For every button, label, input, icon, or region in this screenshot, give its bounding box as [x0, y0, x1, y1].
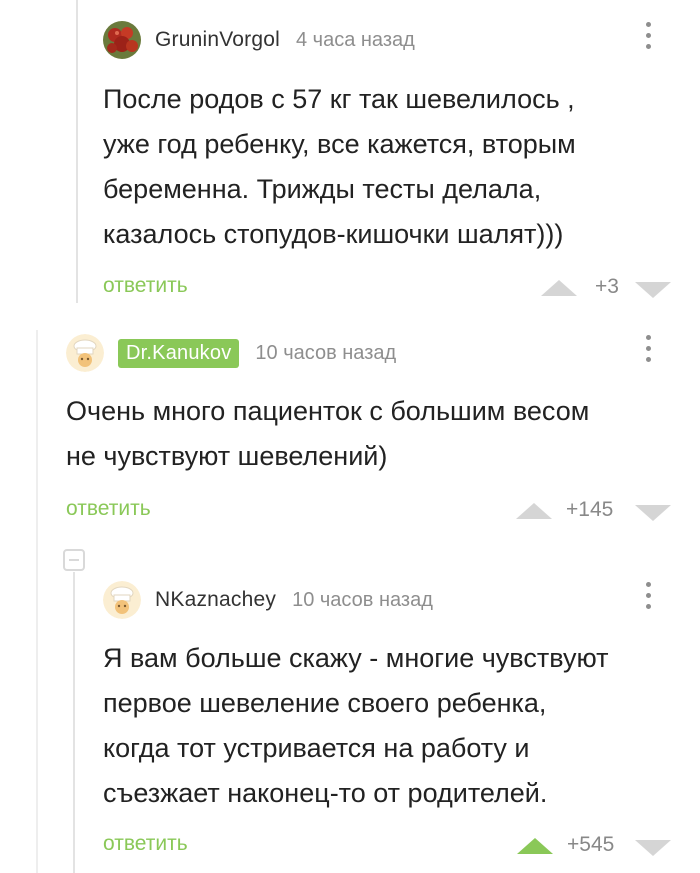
comment-header: GruninVorgol 4 часа назад	[103, 20, 415, 60]
author-name[interactable]: NKaznachey	[155, 588, 276, 612]
comment-footer: ответить +145	[66, 497, 678, 527]
comment-line: не чувствуют шевелений)	[66, 441, 388, 471]
comment-text: После родов с 57 кг так шевелилось , уже…	[103, 77, 678, 257]
comment-time: 4 часа назад	[295, 28, 415, 51]
comment-footer: ответить +545	[103, 832, 678, 862]
comment-line: беременна. Трижды тесты делала,	[103, 174, 542, 204]
comment-line: первое шевеление своего ребенка,	[103, 688, 547, 718]
comment-line: Очень много пациенток с большим весом	[66, 396, 590, 426]
reply-button[interactable]: ответить	[103, 832, 188, 856]
upvote-icon[interactable]	[517, 838, 553, 854]
berries-avatar-icon[interactable]	[103, 21, 141, 59]
comment-line: уже год ребенку, все кажется, вторым	[103, 129, 576, 159]
thread-line	[76, 0, 78, 303]
chef-avatar-icon[interactable]	[66, 334, 104, 372]
vote-score: +145	[566, 498, 614, 521]
author-name[interactable]: Dr.Kanukov	[118, 338, 240, 368]
chef-avatar-icon[interactable]	[103, 581, 141, 619]
more-menu-icon[interactable]	[644, 582, 652, 609]
comment-text: Очень много пациенток с большим весом не…	[66, 389, 678, 479]
comment-line: когда тот устривается на работу и	[103, 733, 530, 763]
comment: GruninVorgol 4 часа назад После родов с …	[103, 20, 678, 310]
comment-line: Я вам больше скажу - многие чувствуют	[103, 643, 609, 673]
downvote-icon[interactable]	[635, 840, 671, 856]
downvote-icon[interactable]	[635, 282, 671, 298]
comment-line: казалось стопудов-кишочки шалят)))	[103, 219, 564, 249]
author-name[interactable]: GruninVorgol	[155, 28, 280, 52]
vote-score: +3	[595, 275, 619, 298]
upvote-icon[interactable]	[541, 280, 577, 296]
more-menu-icon[interactable]	[644, 22, 652, 49]
comment-line: После родов с 57 кг так шевелилось ,	[103, 84, 575, 114]
comment: Dr.Kanukov 10 часов назад Очень много па…	[66, 333, 678, 533]
comment-text: Я вам больше скажу - многие чувствуют пе…	[103, 636, 678, 816]
collapse-thread-button[interactable]	[63, 549, 85, 571]
comment-time: 10 часов назад	[292, 588, 433, 611]
downvote-icon[interactable]	[635, 505, 671, 521]
comment: NKaznachey 10 часов назад Я вам больше с…	[103, 580, 678, 860]
comment-header: NKaznachey 10 часов назад	[103, 580, 433, 620]
upvote-icon[interactable]	[516, 503, 552, 519]
reply-button[interactable]: ответить	[103, 274, 188, 298]
vote-score: +545	[567, 833, 615, 856]
thread-line	[36, 330, 38, 873]
comment-header: Dr.Kanukov 10 часов назад	[66, 333, 396, 373]
comment-footer: ответить +3	[103, 274, 678, 304]
thread-line	[73, 572, 75, 873]
comment-line: съезжает наконец-то от родителей.	[103, 778, 548, 808]
reply-button[interactable]: ответить	[66, 497, 151, 521]
comment-time: 10 часов назад	[255, 341, 397, 364]
more-menu-icon[interactable]	[644, 335, 652, 362]
